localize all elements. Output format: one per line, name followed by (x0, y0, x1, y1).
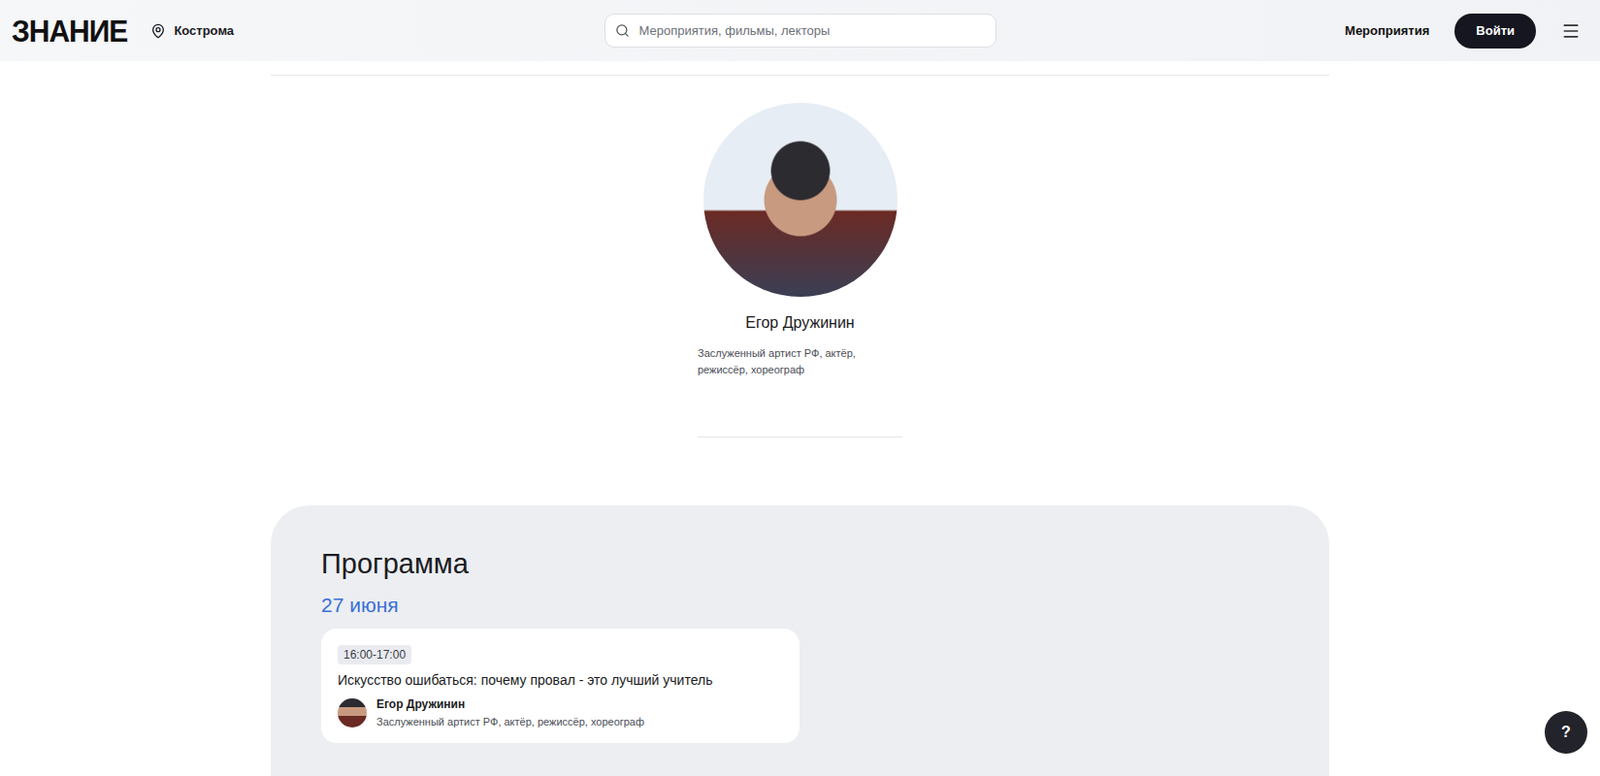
location[interactable]: Кострома (150, 23, 234, 39)
lecturer-photo (703, 102, 898, 297)
nav-link[interactable]: Мероприятия (1344, 23, 1430, 38)
search-box (604, 13, 997, 48)
logo[interactable]: ЗНАНИЕ (11, 13, 128, 49)
search-input[interactable] (637, 22, 986, 39)
menu-icon[interactable] (1561, 21, 1581, 41)
header: ЗНАНИЕ Кострома Мероприятия Войти (0, 0, 1600, 62)
speaker-avatar (337, 698, 367, 728)
speaker-text: Егор Дружинин Заслуженный артист РФ, актё… (376, 697, 645, 728)
map-pin-icon (150, 23, 166, 39)
session-card[interactable]: 16:00-17:00 Искусство ошибаться: почему п… (321, 628, 800, 744)
lecturer: Егор Дружинин Заслуженный артист РФ, актё… (697, 102, 903, 438)
header-right: Мероприятия Войти (996, 13, 1590, 49)
search-icon (615, 23, 630, 38)
session-title: Искусство ошибаться: почему провал - это… (337, 672, 784, 688)
program-title: Программа (321, 548, 1279, 581)
speaker: Егор Дружинин Заслуженный артист РФ, актё… (337, 697, 784, 728)
speaker-role: Заслуженный артист РФ, актёр, режиссёр, … (376, 716, 645, 728)
lecturer-title: Заслуженный артист РФ, актёр, режиссёр, … (697, 345, 903, 379)
lecturer-name: Егор Дружинин (745, 314, 854, 332)
main: Егор Дружинин Заслуженный артист РФ, актё… (270, 74, 1330, 776)
login-button[interactable]: Войти (1454, 13, 1536, 49)
time-badge: 16:00-17:00 (337, 645, 412, 665)
program-panel: Программа 27 июня 16:00-17:00 Искусство оши… (270, 505, 1330, 776)
day-date: 27 июня (321, 593, 1279, 618)
speaker-name: Егор Дружинин (376, 697, 645, 712)
location-label: Кострома (173, 23, 234, 38)
program-day: 27 июня 16:00-17:00 Искусство ошибаться: п… (321, 593, 1279, 744)
help-button[interactable]: ? (1544, 711, 1588, 754)
header-left: ЗНАНИЕ Кострома (11, 14, 605, 48)
